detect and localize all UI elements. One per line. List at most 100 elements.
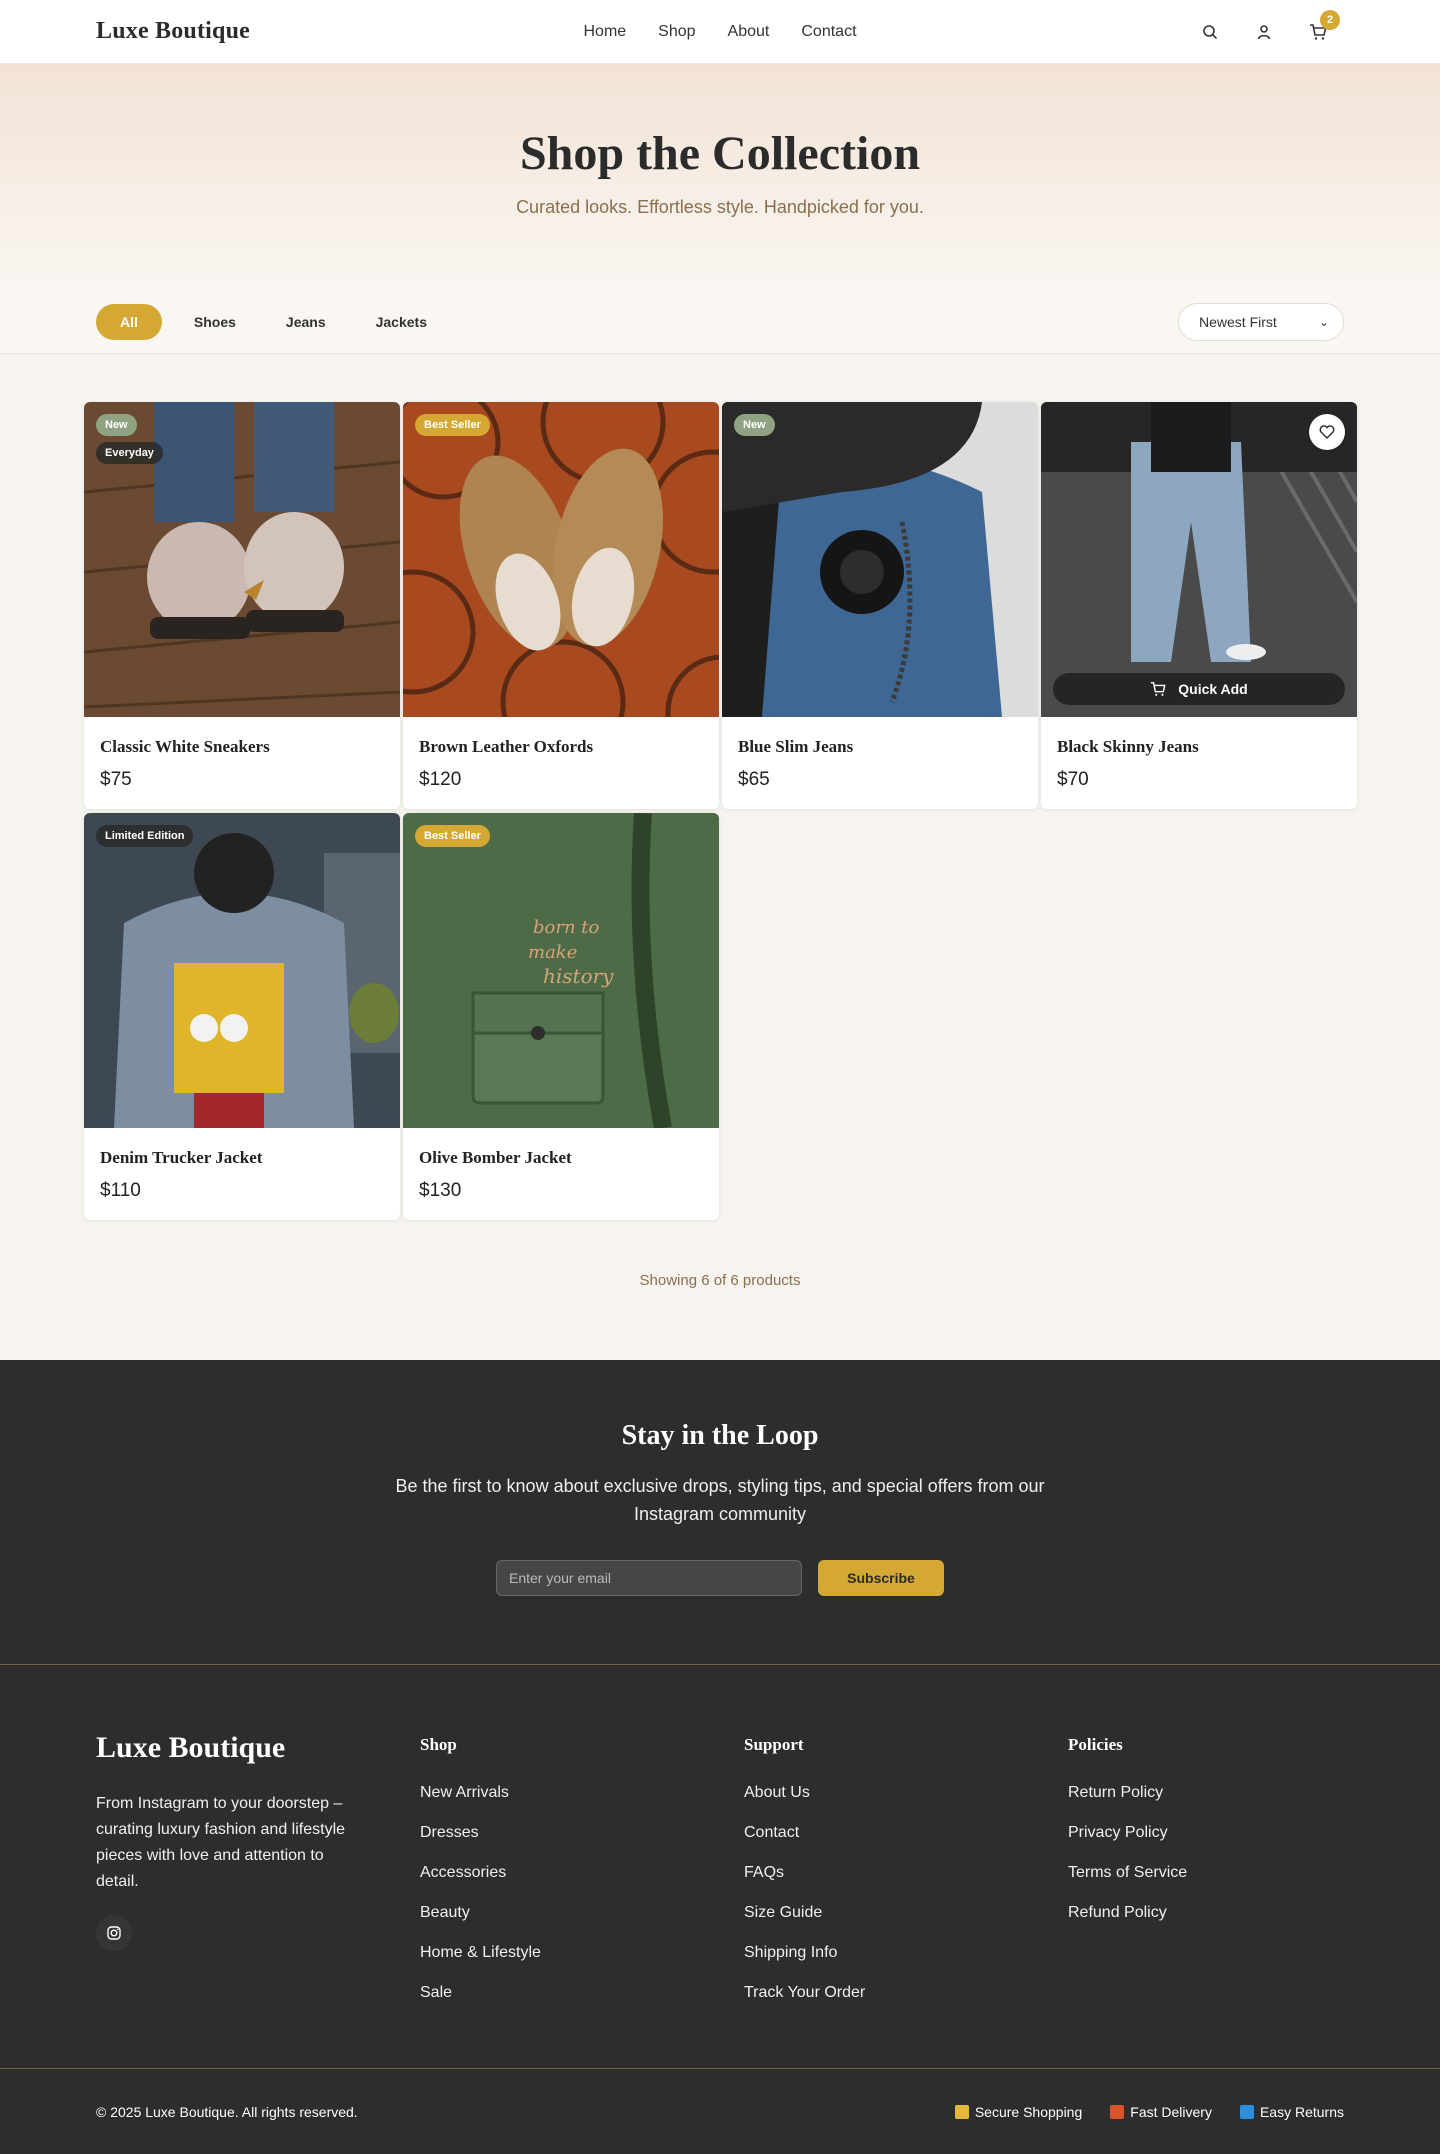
filter-all[interactable]: All	[96, 303, 162, 340]
filter-shoes[interactable]: Shoes	[176, 304, 254, 340]
footer-description: From Instagram to your doorstep – curati…	[96, 1795, 346, 1890]
instagram-icon[interactable]	[96, 1915, 132, 1951]
product-card[interactable]: Best Seller Brown Leather Oxfords $120	[403, 402, 719, 809]
product-price: $65	[738, 769, 770, 790]
product-grid: New Everyday Classic White Sneakers $75 …	[0, 354, 1440, 1220]
product-price: $130	[419, 1180, 462, 1201]
header-icons: 2	[1200, 9, 1344, 42]
footer-link[interactable]: Terms of Service	[1068, 1853, 1368, 1893]
product-card[interactable]: New Blue Slim Jeans $65	[722, 402, 1038, 809]
quick-add-label: Quick Add	[1178, 681, 1248, 697]
product-name: Denim Trucker Jacket	[100, 1148, 263, 1167]
footer-column-support: Support About Us Contact FAQs Size Guide…	[744, 1731, 1068, 2068]
product-image: New	[722, 402, 1038, 717]
product-tag: Best Seller	[415, 414, 490, 436]
quick-add-button[interactable]: Quick Add	[1053, 673, 1345, 705]
site-header: Luxe Boutique Home Shop About Contact 2	[0, 0, 1440, 64]
footer-logo[interactable]: Luxe Boutique	[96, 1731, 420, 1765]
footer-link[interactable]: Beauty	[420, 1893, 744, 1933]
footer-link[interactable]: New Arrivals	[420, 1773, 744, 1813]
cart-button[interactable]: 2	[1308, 9, 1340, 42]
sort-select[interactable]: Newest First ⌄	[1178, 302, 1344, 341]
footer-link[interactable]: Shipping Info	[744, 1933, 1068, 1973]
filter-jeans[interactable]: Jeans	[268, 304, 344, 340]
footer-link[interactable]: Contact	[744, 1813, 1068, 1853]
product-name: Classic White Sneakers	[100, 737, 270, 756]
trust-badge: Secure Shopping	[954, 2104, 1082, 2120]
newsletter-section: Stay in the Loop Be the first to know ab…	[0, 1360, 1440, 1664]
return-arrow-icon	[1239, 2104, 1254, 2119]
product-tag: Limited Edition	[96, 825, 194, 847]
product-tag: New	[734, 414, 775, 436]
nav-home[interactable]: Home	[583, 23, 626, 41]
svg-text:make: make	[528, 942, 577, 963]
product-price: $70	[1057, 769, 1089, 790]
wishlist-button[interactable]	[1309, 414, 1345, 450]
trust-badges: Secure Shopping Fast Delivery Easy Retur…	[954, 2104, 1344, 2120]
results-count: Showing 6 of 6 products	[639, 1272, 801, 1289]
newsletter-text: Be the first to know about exclusive dro…	[395, 1476, 1045, 1524]
main-nav: Home Shop About Contact	[583, 23, 856, 41]
heart-icon	[1319, 425, 1335, 440]
site-footer: Luxe Boutique From Instagram to your doo…	[0, 1664, 1440, 2068]
subscribe-button[interactable]: Subscribe	[818, 1560, 944, 1596]
footer-link[interactable]: Sale	[420, 1973, 744, 2013]
footer-link[interactable]: Refund Policy	[1068, 1893, 1368, 1933]
newsletter-title: Stay in the Loop	[621, 1420, 819, 1451]
nav-shop[interactable]: Shop	[658, 23, 695, 41]
nav-contact[interactable]: Contact	[801, 23, 856, 41]
footer-link[interactable]: Accessories	[420, 1853, 744, 1893]
filter-jackets[interactable]: Jackets	[358, 304, 445, 340]
page-subtitle: Curated looks. Effortless style. Handpic…	[516, 197, 924, 217]
footer-link[interactable]: Track Your Order	[744, 1973, 1068, 2013]
footer-column-policies: Policies Return Policy Privacy Policy Te…	[1068, 1731, 1368, 2068]
copyright: © 2025 Luxe Boutique. All rights reserve…	[96, 2103, 358, 2120]
cart-icon	[1151, 682, 1166, 696]
product-card[interactable]: Quick Add Black Skinny Jeans $70	[1041, 402, 1357, 809]
product-name: Olive Bomber Jacket	[419, 1148, 572, 1167]
footer-link[interactable]: FAQs	[744, 1853, 1068, 1893]
email-input[interactable]: Enter your email	[496, 1560, 802, 1596]
search-icon[interactable]	[1200, 22, 1220, 42]
footer-link[interactable]: Home & Lifestyle	[420, 1933, 744, 1973]
product-image: Best Seller	[403, 402, 719, 717]
product-name: Blue Slim Jeans	[738, 737, 854, 756]
page-title: Shop the Collection	[519, 127, 921, 180]
product-price: $75	[100, 769, 132, 790]
product-image: born to make history Best Seller	[403, 813, 719, 1128]
trust-badge: Easy Returns	[1239, 2104, 1344, 2120]
hero: Shop the Collection Curated looks. Effor…	[0, 64, 1440, 292]
cart-count-badge: 2	[1320, 9, 1340, 30]
footer-link[interactable]: Size Guide	[744, 1893, 1068, 1933]
product-card[interactable]: New Everyday Classic White Sneakers $75	[84, 402, 400, 809]
svg-text:born to: born to	[533, 917, 600, 938]
product-tag: New	[96, 414, 137, 436]
footer-link[interactable]: Return Policy	[1068, 1773, 1368, 1813]
footer-link[interactable]: Privacy Policy	[1068, 1813, 1368, 1853]
filter-bar: All Shoes Jeans Jackets Newest First ⌄	[0, 290, 1440, 354]
footer-link[interactable]: About Us	[744, 1773, 1068, 1813]
product-price: $120	[419, 769, 462, 790]
product-image: New Everyday	[84, 402, 400, 717]
chevron-down-icon: ⌄	[1318, 314, 1329, 329]
product-tag: Everyday	[96, 442, 163, 464]
product-name: Black Skinny Jeans	[1057, 737, 1199, 756]
product-card[interactable]: Limited Edition Denim Trucker Jacket $11…	[84, 813, 400, 1220]
trust-badge: Fast Delivery	[1110, 2104, 1212, 2120]
product-image: Limited Edition	[84, 813, 400, 1128]
sort-value: Newest First	[1199, 313, 1277, 330]
product-image: Quick Add	[1041, 402, 1357, 717]
truck-icon	[1110, 2104, 1125, 2119]
product-card[interactable]: born to make history Best Seller Olive B…	[403, 813, 719, 1220]
footer-column-shop: Shop New Arrivals Dresses Accessories Be…	[420, 1731, 744, 2068]
user-icon[interactable]	[1254, 22, 1274, 42]
footer-column-title: Support	[744, 1735, 804, 1754]
brand-logo[interactable]: Luxe Boutique	[96, 18, 250, 45]
product-tag: Best Seller	[415, 825, 490, 847]
footer-link[interactable]: Dresses	[420, 1813, 744, 1853]
lock-icon	[954, 2104, 969, 2119]
svg-text:history: history	[543, 964, 614, 988]
product-name: Brown Leather Oxfords	[419, 737, 594, 756]
nav-about[interactable]: About	[728, 23, 770, 41]
footer-bottom-bar: © 2025 Luxe Boutique. All rights reserve…	[0, 2068, 1440, 2154]
